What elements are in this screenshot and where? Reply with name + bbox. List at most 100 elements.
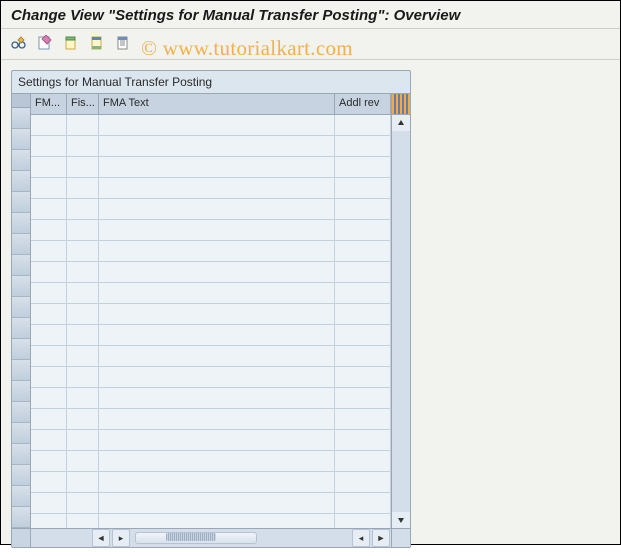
cell-fm[interactable] <box>31 346 67 366</box>
cell-addl-rev[interactable] <box>335 409 391 429</box>
cell-addl-rev[interactable] <box>335 178 391 198</box>
col-header-fm[interactable]: FM... <box>31 94 67 114</box>
cell-fma-text[interactable] <box>99 157 335 177</box>
cell-fm[interactable] <box>31 136 67 156</box>
table-row[interactable] <box>31 430 391 451</box>
cell-fm[interactable] <box>31 241 67 261</box>
table-row[interactable] <box>31 304 391 325</box>
cell-fm[interactable] <box>31 178 67 198</box>
cell-fis[interactable] <box>67 199 99 219</box>
row-selector[interactable] <box>12 402 30 423</box>
scroll-last-button[interactable]: ► <box>372 529 390 547</box>
cell-fma-text[interactable] <box>99 367 335 387</box>
row-selector[interactable] <box>12 129 30 150</box>
configure-columns-button[interactable] <box>392 94 410 115</box>
row-selector[interactable] <box>12 171 30 192</box>
table-row[interactable] <box>31 115 391 136</box>
cell-fma-text[interactable] <box>99 262 335 282</box>
cell-fis[interactable] <box>67 262 99 282</box>
row-selector[interactable] <box>12 339 30 360</box>
cell-fma-text[interactable] <box>99 472 335 492</box>
select-all-button[interactable] <box>113 33 133 53</box>
cell-fma-text[interactable] <box>99 283 335 303</box>
row-selector[interactable] <box>12 318 30 339</box>
cell-addl-rev[interactable] <box>335 136 391 156</box>
cell-fma-text[interactable] <box>99 220 335 240</box>
cell-fis[interactable] <box>67 514 99 528</box>
scroll-up-button[interactable] <box>392 115 410 131</box>
cell-fis[interactable] <box>67 283 99 303</box>
cell-fma-text[interactable] <box>99 304 335 324</box>
cell-addl-rev[interactable] <box>335 241 391 261</box>
copy-button[interactable] <box>61 33 81 53</box>
scroll-first-button[interactable]: ◄ <box>92 529 110 547</box>
table-row[interactable] <box>31 451 391 472</box>
cell-fma-text[interactable] <box>99 409 335 429</box>
cell-fm[interactable] <box>31 451 67 471</box>
cell-fis[interactable] <box>67 136 99 156</box>
row-selector[interactable] <box>12 276 30 297</box>
cell-fma-text[interactable] <box>99 430 335 450</box>
cell-fis[interactable] <box>67 241 99 261</box>
cell-addl-rev[interactable] <box>335 115 391 135</box>
row-selector[interactable] <box>12 234 30 255</box>
cell-fm[interactable] <box>31 262 67 282</box>
cell-fm[interactable] <box>31 115 67 135</box>
cell-fis[interactable] <box>67 430 99 450</box>
cell-fis[interactable] <box>67 325 99 345</box>
cell-fm[interactable] <box>31 367 67 387</box>
table-row[interactable] <box>31 241 391 262</box>
cell-fma-text[interactable] <box>99 325 335 345</box>
col-header-addl-rev[interactable]: Addl rev <box>335 94 391 114</box>
cell-fm[interactable] <box>31 409 67 429</box>
cell-fis[interactable] <box>67 451 99 471</box>
table-row[interactable] <box>31 346 391 367</box>
cell-addl-rev[interactable] <box>335 451 391 471</box>
cell-fm[interactable] <box>31 388 67 408</box>
row-selector[interactable] <box>12 381 30 402</box>
row-selector[interactable] <box>12 507 30 528</box>
cell-fm[interactable] <box>31 157 67 177</box>
row-selector[interactable] <box>12 423 30 444</box>
cell-fm[interactable] <box>31 430 67 450</box>
table-row[interactable] <box>31 367 391 388</box>
hscroll-track[interactable] <box>135 532 257 544</box>
cell-fma-text[interactable] <box>99 346 335 366</box>
cell-addl-rev[interactable] <box>335 367 391 387</box>
table-row[interactable] <box>31 178 391 199</box>
cell-fis[interactable] <box>67 304 99 324</box>
row-selector[interactable] <box>12 108 30 129</box>
cell-addl-rev[interactable] <box>335 493 391 513</box>
table-row[interactable] <box>31 325 391 346</box>
col-header-fma-text[interactable]: FMA Text <box>99 94 335 114</box>
cell-fm[interactable] <box>31 304 67 324</box>
cell-fm[interactable] <box>31 472 67 492</box>
cell-fis[interactable] <box>67 367 99 387</box>
table-row[interactable] <box>31 409 391 430</box>
cell-addl-rev[interactable] <box>335 514 391 528</box>
cell-fm[interactable] <box>31 283 67 303</box>
row-selector[interactable] <box>12 486 30 507</box>
cell-fis[interactable] <box>67 346 99 366</box>
cell-fis[interactable] <box>67 388 99 408</box>
cell-addl-rev[interactable] <box>335 157 391 177</box>
col-header-fis[interactable]: Fis... <box>67 94 99 114</box>
row-selector[interactable] <box>12 465 30 486</box>
cell-fis[interactable] <box>67 493 99 513</box>
hscroll-thumb[interactable] <box>166 533 216 541</box>
cell-fm[interactable] <box>31 220 67 240</box>
cell-addl-rev[interactable] <box>335 430 391 450</box>
table-row[interactable] <box>31 493 391 514</box>
table-row[interactable] <box>31 220 391 241</box>
cell-fma-text[interactable] <box>99 115 335 135</box>
cell-fis[interactable] <box>67 115 99 135</box>
cell-addl-rev[interactable] <box>335 388 391 408</box>
cell-addl-rev[interactable] <box>335 262 391 282</box>
cell-fis[interactable] <box>67 178 99 198</box>
cell-fm[interactable] <box>31 493 67 513</box>
row-selector[interactable] <box>12 150 30 171</box>
cell-fma-text[interactable] <box>99 493 335 513</box>
delete-button[interactable] <box>87 33 107 53</box>
cell-fis[interactable] <box>67 157 99 177</box>
cell-fma-text[interactable] <box>99 241 335 261</box>
